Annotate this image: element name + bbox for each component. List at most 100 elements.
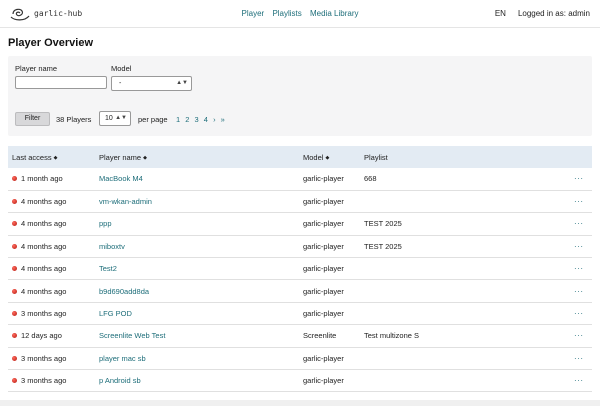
player-name-link[interactable]: Screenlite Web Test <box>99 331 165 340</box>
player-name-link[interactable]: miboxtv <box>99 242 125 251</box>
filter-panel: Player name Model - ▲▼ Filter 38 Players… <box>8 56 592 136</box>
status-dot-icon <box>12 311 17 317</box>
cell-player-name: vm-wkan-admin <box>99 190 303 212</box>
player-name-input[interactable] <box>15 76 107 89</box>
cell-playlist <box>364 190 574 212</box>
more-menu-icon[interactable]: ··· <box>574 197 584 206</box>
sort-caret-icon: ◆ <box>325 154 330 161</box>
per-page-label: per page <box>138 115 168 124</box>
model-select-value: - <box>119 80 122 87</box>
model-select[interactable]: - ▲▼ <box>111 76 192 91</box>
cell-model: garlic-player <box>303 174 344 184</box>
cell-last-access: 3 months ago <box>8 347 99 369</box>
status-dot-icon <box>12 288 17 294</box>
player-name-link[interactable]: vm-wkan-admin <box>99 197 152 206</box>
cell-playlist <box>364 370 574 392</box>
cell-model: garlic-player <box>303 197 344 207</box>
player-name-link[interactable]: LFG POD <box>99 309 132 318</box>
status-dot-icon <box>12 355 17 361</box>
table-row: 4 months ago b9d690add8da garlic-player ··· <box>8 280 592 303</box>
cell-model: garlic-player <box>303 264 344 274</box>
cell-playlist <box>364 302 574 324</box>
cell-model: garlic-player <box>303 376 344 386</box>
col-playlist: Playlist <box>364 152 388 162</box>
cell-model: garlic-player <box>303 286 344 296</box>
cell-model: garlic-player <box>303 309 344 319</box>
page-link-1[interactable]: 1 <box>176 115 180 124</box>
table-header-row: Last access ◆ Player name ◆ Model ◆ Playlis… <box>8 146 592 168</box>
col-model[interactable]: Model ◆ <box>303 146 364 168</box>
more-menu-icon[interactable]: ··· <box>574 376 584 385</box>
last-access-text: 1 month ago <box>21 174 63 184</box>
cell-playlist <box>364 258 574 280</box>
more-menu-icon[interactable]: ··· <box>574 287 584 296</box>
more-menu-icon[interactable]: ··· <box>574 331 584 340</box>
nav-media-library[interactable]: Media Library <box>310 9 358 18</box>
last-access-text: 3 months ago <box>21 309 67 319</box>
filter-button[interactable]: Filter <box>15 112 50 126</box>
cell-last-access: 3 months ago <box>8 370 99 392</box>
cell-last-access: 4 months ago <box>8 235 99 257</box>
cell-actions: ··· <box>574 325 592 347</box>
more-menu-icon[interactable]: ··· <box>574 264 584 273</box>
cell-player-name: Test2 <box>99 258 303 280</box>
cell-player-name: Screenlite Web Test <box>99 325 303 347</box>
cell-playlist <box>364 280 574 302</box>
cell-last-access: 1 month ago <box>8 168 99 190</box>
page-link-4[interactable]: 4 <box>204 115 208 124</box>
nav-playlists[interactable]: Playlists <box>272 9 301 18</box>
more-menu-icon[interactable]: ··· <box>574 219 584 228</box>
status-dot-icon <box>12 243 17 249</box>
sort-caret-icon: ◆ <box>53 154 58 161</box>
page-link-2[interactable]: 2 <box>185 115 189 124</box>
players-table: Last access ◆ Player name ◆ Model ◆ Playlis… <box>8 146 592 392</box>
table-row: 1 month ago MacBook M4 garlic-player 668 ··· <box>8 168 592 191</box>
last-access-text: 3 months ago <box>21 353 67 363</box>
player-name-link[interactable]: MacBook M4 <box>99 174 143 183</box>
player-count: 38 Players <box>56 115 92 124</box>
last-access-text: 3 months ago <box>21 376 67 386</box>
user-menu[interactable]: Logged in as: admin <box>518 9 590 18</box>
col-actions <box>574 146 592 168</box>
brand-name: garlic-hub <box>34 9 83 18</box>
player-name-link[interactable]: ppp <box>99 219 112 228</box>
sort-caret-icon: ◆ <box>143 154 147 161</box>
cell-actions: ··· <box>574 235 592 257</box>
player-name-label: Player name <box>15 64 58 73</box>
page-title: Player Overview <box>8 37 94 49</box>
cell-last-access: 12 days ago <box>8 325 99 347</box>
more-menu-icon[interactable]: ··· <box>574 174 584 183</box>
garlic-logo-icon <box>10 8 30 20</box>
last-access-text: 4 months ago <box>21 264 67 274</box>
model-label: Model <box>111 64 132 73</box>
cell-actions: ··· <box>574 190 592 212</box>
page-last[interactable]: » <box>221 115 225 124</box>
player-name-link[interactable]: b9d690add8da <box>99 287 149 296</box>
status-dot-icon <box>12 199 17 205</box>
cell-player-name: p Android sb <box>99 370 303 392</box>
player-name-link[interactable]: Test2 <box>99 264 117 273</box>
cell-actions: ··· <box>574 213 592 235</box>
more-menu-icon[interactable]: ··· <box>574 242 584 251</box>
more-menu-icon[interactable]: ··· <box>574 309 584 318</box>
page-link-3[interactable]: 3 <box>195 115 199 124</box>
cell-model: garlic-player <box>303 219 344 229</box>
status-dot-icon <box>12 266 17 272</box>
cell-playlist: TEST 2025 <box>364 219 402 229</box>
col-last-access[interactable]: Last access ◆ <box>8 146 99 168</box>
status-dot-icon <box>12 378 17 384</box>
language-switch[interactable]: EN <box>495 9 506 18</box>
col-player-name[interactable]: Player name ◆ <box>99 146 303 168</box>
per-page-select[interactable]: 10 ▲▼ <box>99 111 131 126</box>
nav-player[interactable]: Player <box>242 9 265 18</box>
table-row: 3 months ago player mac sb garlic-player ··… <box>8 347 592 370</box>
cell-last-access: 3 months ago <box>8 302 99 324</box>
brand[interactable]: garlic-hub <box>10 7 82 21</box>
more-menu-icon[interactable]: ··· <box>574 354 584 363</box>
player-name-link[interactable]: player mac sb <box>99 354 146 363</box>
player-name-link[interactable]: p Android sb <box>99 376 141 385</box>
page-next[interactable]: › <box>213 115 216 124</box>
table-row: 4 months ago ppp garlic-player TEST 2025 ··· <box>8 213 592 236</box>
cell-player-name: b9d690add8da <box>99 280 303 302</box>
cell-playlist: Test multizone S <box>364 331 420 341</box>
